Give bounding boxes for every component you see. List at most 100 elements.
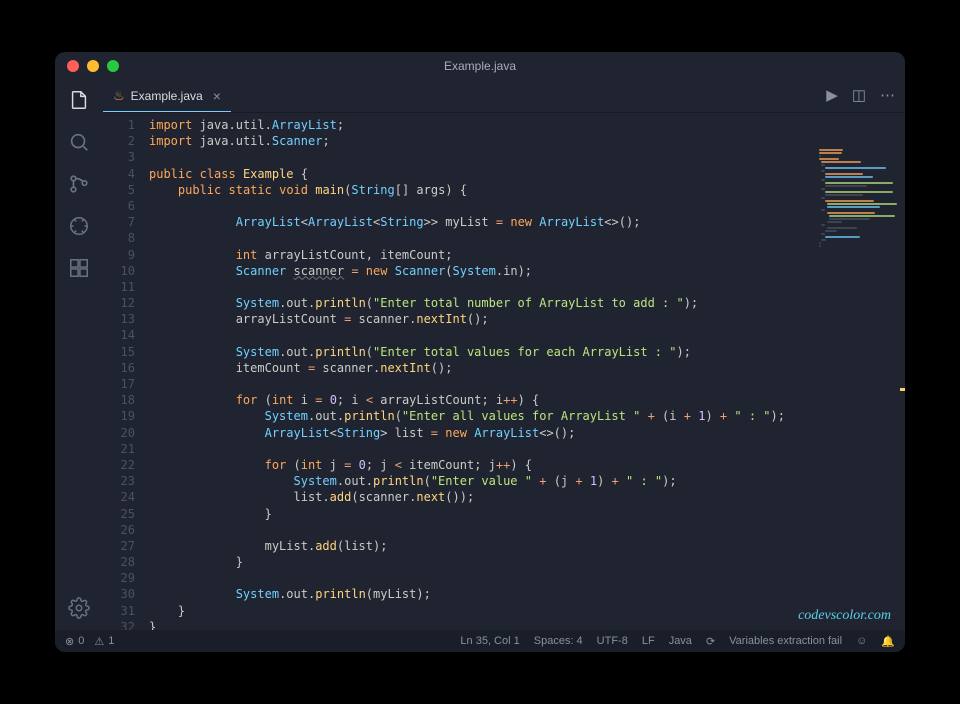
tabs-row: ♨ Example.java × xyxy=(103,80,905,113)
code-line[interactable]: System.out.println("Enter value " + (j +… xyxy=(149,473,905,489)
code-line[interactable] xyxy=(149,279,905,295)
code-line[interactable] xyxy=(149,149,905,165)
code-line[interactable]: for (int j = 0; j < itemCount; j++) { xyxy=(149,457,905,473)
line-number: 22 xyxy=(103,457,135,473)
explorer-icon[interactable] xyxy=(67,88,91,112)
status-cursor-position[interactable]: Ln 35, Col 1 xyxy=(460,635,519,647)
line-number: 11 xyxy=(103,279,135,295)
line-number: 29 xyxy=(103,570,135,586)
status-encoding[interactable]: UTF-8 xyxy=(597,635,628,647)
code-line[interactable]: System.out.println("Enter total values f… xyxy=(149,344,905,360)
status-bell-icon[interactable]: 🔔 xyxy=(881,635,895,648)
activity-bar xyxy=(55,80,103,630)
status-errors[interactable]: ⊗ 0 xyxy=(65,635,84,648)
overview-warning-mark[interactable] xyxy=(900,388,905,391)
code-line[interactable]: myList.add(list); xyxy=(149,538,905,554)
code-line[interactable]: list.add(scanner.next()); xyxy=(149,489,905,505)
code-line[interactable]: System.out.println("Enter total number o… xyxy=(149,295,905,311)
search-icon[interactable] xyxy=(67,130,91,154)
more-actions-icon[interactable]: ⋯ xyxy=(880,86,895,104)
code-content[interactable]: import java.util.ArrayList;import java.u… xyxy=(149,113,905,630)
tab-filename: Example.java xyxy=(131,89,203,103)
code-line[interactable]: System.out.println("Enter all values for… xyxy=(149,408,905,424)
status-warnings[interactable]: ⚠ 1 xyxy=(94,635,114,648)
line-number: 27 xyxy=(103,538,135,554)
status-eol[interactable]: LF xyxy=(642,635,655,647)
code-line[interactable]: ArrayList<ArrayList<String>> myList = ne… xyxy=(149,214,905,230)
code-line[interactable]: import java.util.ArrayList; xyxy=(149,117,905,133)
editor-window: Example.java xyxy=(55,52,905,652)
line-number: 13 xyxy=(103,311,135,327)
code-line[interactable] xyxy=(149,230,905,246)
status-feedback-icon[interactable]: ☺ xyxy=(856,635,867,647)
line-number: 32 xyxy=(103,619,135,630)
line-number: 4 xyxy=(103,166,135,182)
statusbar: ⊗ 0 ⚠ 1 Ln 35, Col 1 Spaces: 4 UTF-8 LF … xyxy=(55,630,905,652)
close-window-button[interactable] xyxy=(67,60,79,72)
main-area: ♨ Example.java × ▶ ◫ ⋯ 12345678910111213… xyxy=(55,80,905,630)
code-line[interactable]: System.out.println(myList); xyxy=(149,586,905,602)
code-line[interactable]: int arrayListCount, itemCount; xyxy=(149,247,905,263)
code-line[interactable]: itemCount = scanner.nextInt(); xyxy=(149,360,905,376)
editor-actions: ▶ ◫ ⋯ xyxy=(826,86,895,104)
code-line[interactable] xyxy=(149,376,905,392)
code-line[interactable] xyxy=(149,570,905,586)
code-line[interactable]: } xyxy=(149,603,905,619)
debug-icon[interactable] xyxy=(67,214,91,238)
editor-area: ♨ Example.java × ▶ ◫ ⋯ 12345678910111213… xyxy=(103,80,905,630)
line-number: 25 xyxy=(103,506,135,522)
close-tab-icon[interactable]: × xyxy=(213,88,221,104)
source-control-icon[interactable] xyxy=(67,172,91,196)
traffic-lights xyxy=(67,60,119,72)
code-line[interactable]: for (int i = 0; i < arrayListCount; i++)… xyxy=(149,392,905,408)
extensions-icon[interactable] xyxy=(67,256,91,280)
status-indentation[interactable]: Spaces: 4 xyxy=(534,635,583,647)
line-number: 8 xyxy=(103,230,135,246)
code-line[interactable] xyxy=(149,522,905,538)
split-editor-icon[interactable]: ◫ xyxy=(852,86,866,104)
watermark: codevscolor.com xyxy=(798,608,891,624)
minimize-window-button[interactable] xyxy=(87,60,99,72)
window-title: Example.java xyxy=(444,59,516,73)
settings-gear-icon[interactable] xyxy=(67,596,91,620)
line-number: 3 xyxy=(103,149,135,165)
line-number: 16 xyxy=(103,360,135,376)
line-number: 1 xyxy=(103,117,135,133)
code-line[interactable]: } xyxy=(149,554,905,570)
line-number: 30 xyxy=(103,586,135,602)
line-number: 21 xyxy=(103,441,135,457)
line-number: 19 xyxy=(103,408,135,424)
tab-example-java[interactable]: ♨ Example.java × xyxy=(103,80,231,112)
line-number: 7 xyxy=(103,214,135,230)
line-number: 17 xyxy=(103,376,135,392)
status-language[interactable]: Java xyxy=(669,635,692,647)
run-icon[interactable]: ▶ xyxy=(826,86,838,104)
warning-icon: ⚠ xyxy=(94,635,104,648)
code-line[interactable] xyxy=(149,327,905,343)
line-number: 28 xyxy=(103,554,135,570)
line-number: 9 xyxy=(103,247,135,263)
line-number: 15 xyxy=(103,344,135,360)
line-number: 26 xyxy=(103,522,135,538)
java-file-icon: ♨ xyxy=(113,88,125,104)
maximize-window-button[interactable] xyxy=(107,60,119,72)
line-number: 2 xyxy=(103,133,135,149)
code-line[interactable]: arrayListCount = scanner.nextInt(); xyxy=(149,311,905,327)
line-number: 23 xyxy=(103,473,135,489)
code-line[interactable]: } xyxy=(149,619,905,630)
titlebar: Example.java xyxy=(55,52,905,80)
status-sync-icon[interactable]: ⟳ xyxy=(706,635,715,648)
code-line[interactable]: } xyxy=(149,506,905,522)
code-line[interactable]: ArrayList<String> list = new ArrayList<>… xyxy=(149,425,905,441)
code-line[interactable]: public static void main(String[] args) { xyxy=(149,182,905,198)
line-number: 5 xyxy=(103,182,135,198)
code-line[interactable]: public class Example { xyxy=(149,166,905,182)
code-area[interactable]: 1234567891011121314151617181920212223242… xyxy=(103,113,905,630)
line-number: 12 xyxy=(103,295,135,311)
code-line[interactable]: Scanner scanner = new Scanner(System.in)… xyxy=(149,263,905,279)
code-line[interactable]: import java.util.Scanner; xyxy=(149,133,905,149)
line-number: 18 xyxy=(103,392,135,408)
status-extension[interactable]: Variables extraction fail xyxy=(729,635,842,647)
code-line[interactable] xyxy=(149,198,905,214)
code-line[interactable] xyxy=(149,441,905,457)
